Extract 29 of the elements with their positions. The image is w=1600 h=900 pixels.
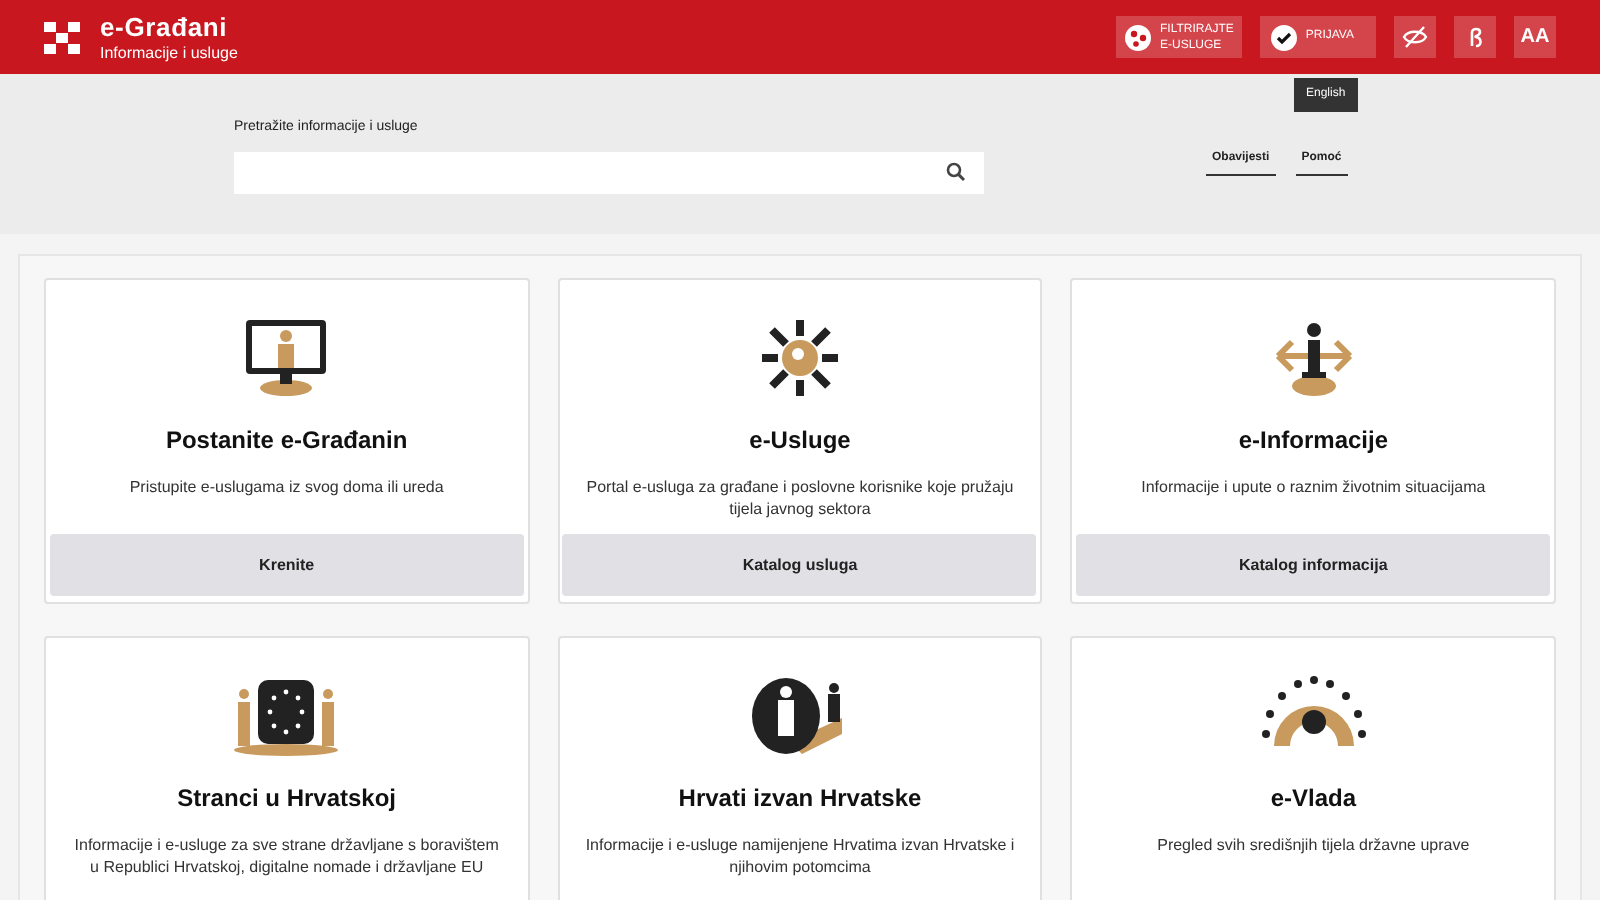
card-button[interactable]: Krenite (49, 534, 524, 596)
card-description: Pregled svih središnjih tijela državne uprave (1155, 834, 1472, 856)
card-title: e-Vlada (1270, 782, 1356, 816)
card-title: Postanite e-Građanin (165, 424, 408, 458)
text-size-button[interactable]: AA (1514, 16, 1556, 58)
card-title: Stranci u Hrvatskoj (177, 782, 397, 816)
checkered-logo-icon (44, 21, 80, 53)
monitor-person-icon (242, 316, 331, 400)
flag-people-icon (230, 674, 343, 758)
card-description: Informacije i e-usluge namijenjene Hrvatima izvan Hrvatske i njihovim potomcima (583, 834, 1017, 878)
font-style-button[interactable] (1454, 16, 1496, 58)
ball-icon (1123, 23, 1152, 51)
card-description: Pristupite e-uslugama iz svog doma ili ureda (127, 476, 446, 498)
hide-visibility-button[interactable] (1394, 16, 1436, 58)
card-title: Hrvati izvan Hrvatske (678, 782, 922, 816)
card-description: Informacije i upute o raznim životnim situacijama (1139, 476, 1488, 498)
search-field[interactable] (234, 151, 984, 193)
card-description: Informacije i e-usluge za sve strane državljane s boravištem u Republici Hrvatskoj, digitalne nomade i državljane EU (72, 834, 501, 878)
card-title: e-Informacije (1238, 424, 1389, 458)
eye-slash-icon (1402, 26, 1428, 48)
search-icon (946, 162, 966, 182)
checkmark-icon (1269, 23, 1298, 51)
card-button[interactable]: Katalog informacija (1076, 534, 1551, 596)
letter-b-icon (1465, 26, 1485, 48)
card-button[interactable]: Katalog usluga (562, 534, 1037, 596)
card-title: e-Usluge (749, 424, 851, 458)
card-description: Portal e-usluga za građane i poslovne korisnike koje pružaju tijela javnog sektora (584, 476, 1016, 520)
site-subtitle: Informacije i usluge (100, 45, 238, 61)
site-title[interactable]: e-Građani (100, 13, 238, 39)
